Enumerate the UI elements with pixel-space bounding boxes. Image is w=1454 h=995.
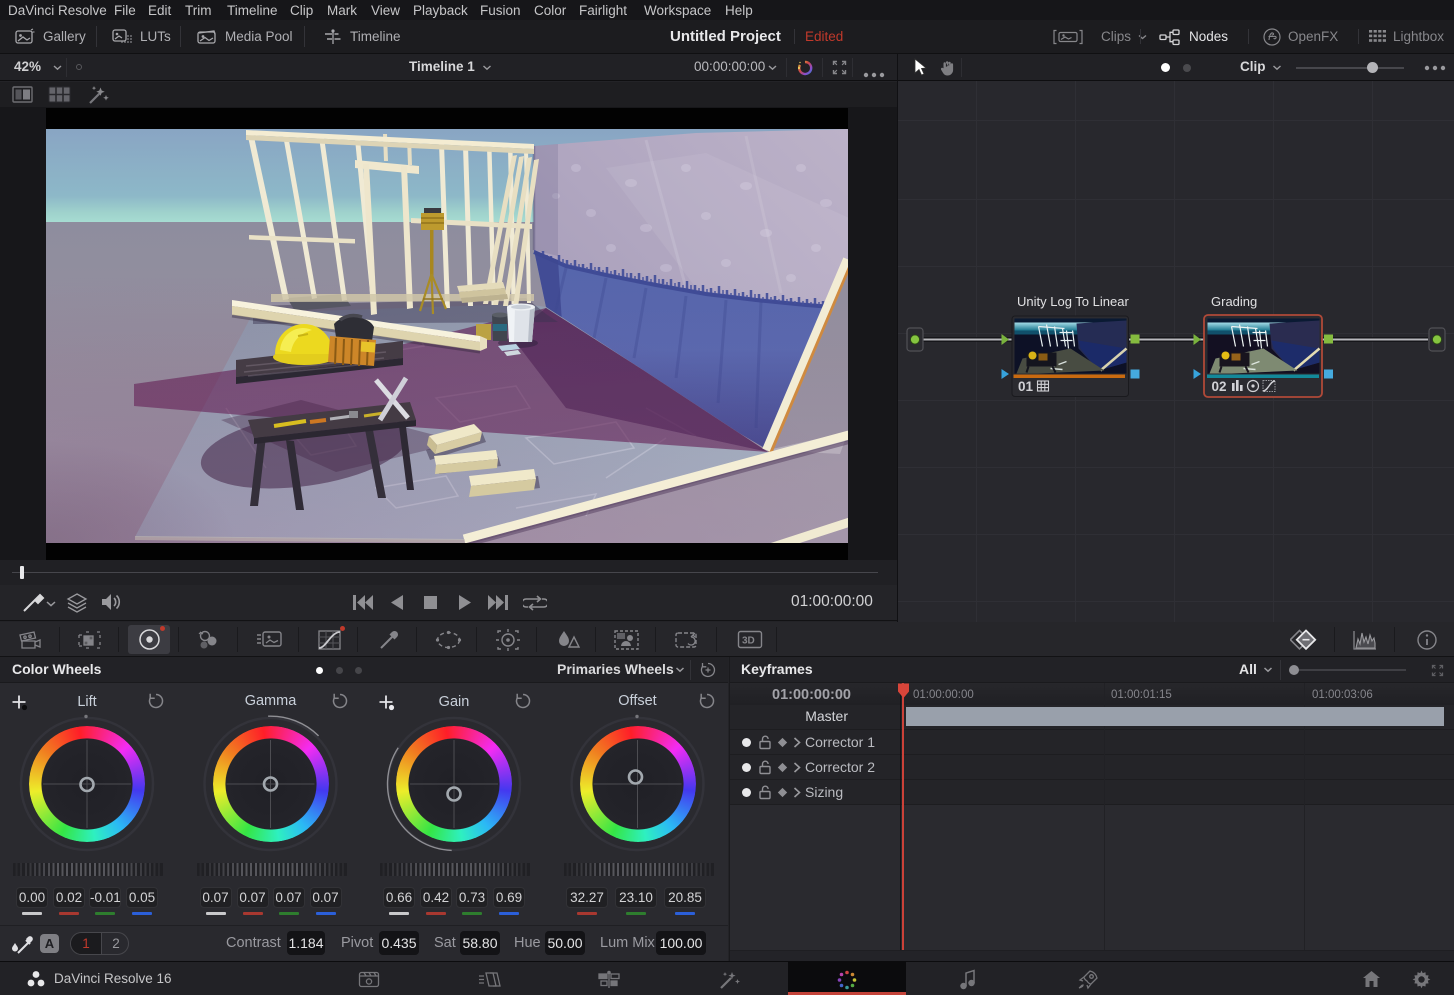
svg-text:02: 02 [1212,379,1227,394]
svg-text:Unity Log To Linear: Unity Log To Linear [1017,294,1129,309]
svg-text:3D: 3D [742,636,755,647]
svg-text:Grading: Grading [1211,294,1257,309]
svg-text:01: 01 [1018,379,1034,394]
